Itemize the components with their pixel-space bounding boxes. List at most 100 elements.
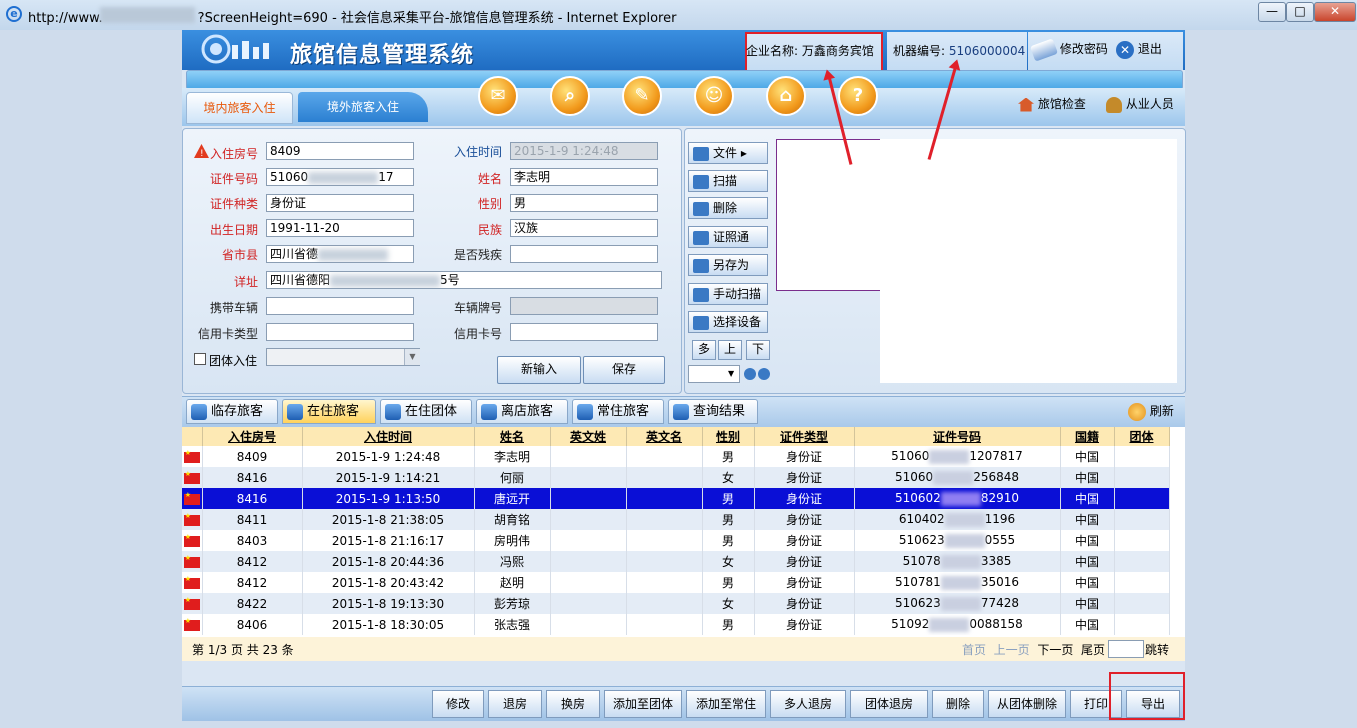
col-time[interactable]: 入住时间 <box>302 427 475 446</box>
cell-time: 2015-1-9 1:13:50 <box>302 488 475 509</box>
multi-button[interactable]: 多 <box>692 340 716 360</box>
name-input[interactable]: 李志明 <box>510 168 658 186</box>
zoom-in-icon[interactable] <box>744 368 756 380</box>
last-page-link[interactable]: 尾页 <box>1081 643 1105 657</box>
card-no-input[interactable] <box>510 323 658 341</box>
chevron-down-icon[interactable]: ▼ <box>728 366 740 382</box>
table-row[interactable]: 84092015-1-9 1:24:48李志明 男身份证510601207817中… <box>182 446 1170 467</box>
first-page-link[interactable]: 首页 <box>962 643 986 657</box>
col-gender[interactable]: 性别 <box>702 427 755 446</box>
down-button[interactable]: 下 <box>746 340 770 360</box>
china-flag-icon <box>183 617 200 631</box>
search-icon <box>673 404 689 420</box>
maximize-button[interactable]: □ <box>1286 2 1314 22</box>
tab-current-guests[interactable]: 在住旅客 <box>282 399 376 424</box>
staff-button[interactable]: 从业人员 <box>1106 95 1174 113</box>
edit-button[interactable]: 修改 <box>432 690 484 718</box>
table-row[interactable]: 84122015-1-8 20:43:42赵明 男身份证51078135016中国 <box>182 572 1170 593</box>
ethnicity-input[interactable]: 汉族 <box>510 219 658 237</box>
table-row[interactable]: 84122015-1-8 20:44:36冯熙 女身份证510783385中国 <box>182 551 1170 572</box>
col-id-no[interactable]: 证件号码 <box>854 427 1061 446</box>
group-checkout-button[interactable]: 团体退房 <box>850 690 928 718</box>
prev-page-link[interactable]: 上一页 <box>994 643 1030 657</box>
change-password-button[interactable]: 修改密码 <box>1029 37 1108 62</box>
col-en-surname[interactable]: 英文姓 <box>550 427 627 446</box>
flag <box>182 446 203 467</box>
disabled-input[interactable] <box>510 245 658 263</box>
search-icon[interactable]: ⌕ <box>550 76 590 116</box>
checkout-button[interactable]: 退房 <box>488 690 542 718</box>
id-no-input[interactable]: 51060 17 <box>266 168 414 186</box>
tab-current-groups[interactable]: 在住团体 <box>380 399 472 424</box>
export-highlight-box <box>1109 672 1185 720</box>
col-group[interactable]: 团体 <box>1114 427 1170 446</box>
scan-button[interactable]: 扫描 <box>688 170 768 192</box>
mail-icon[interactable]: ✉ <box>478 76 518 116</box>
add-to-group-button[interactable]: 添加至团体 <box>604 690 682 718</box>
table-row[interactable]: 84162015-1-9 1:13:50唐远开 男身份证51060282910中国 <box>182 488 1170 509</box>
up-button[interactable]: 上 <box>718 340 742 360</box>
tab-temp-guests[interactable]: 临存旅客 <box>186 399 278 424</box>
col-id-type[interactable]: 证件类型 <box>754 427 855 446</box>
tab-domestic-checkin[interactable]: 境内旅客入住 <box>186 92 293 124</box>
delete-button[interactable]: 删除 <box>932 690 984 718</box>
id-type-input[interactable]: 身份证 <box>266 194 414 212</box>
table-row[interactable]: 84062015-1-8 18:30:05张志强 男身份证510920088158… <box>182 614 1170 635</box>
add-to-long-stay-button[interactable]: 添加至常住 <box>686 690 766 718</box>
save-as-button[interactable]: 另存为 <box>688 254 768 276</box>
tab-query-results[interactable]: 查询结果 <box>668 399 758 424</box>
app-logo <box>200 33 280 65</box>
cell-name: 李志明 <box>474 446 551 467</box>
logout-button[interactable]: ✕ 退出 <box>1116 40 1162 59</box>
table-row[interactable]: 84112015-1-8 21:38:05胡育铭 男身份证6104021196中国 <box>182 509 1170 530</box>
file-menu-button[interactable]: 文件 ▸ <box>688 142 768 164</box>
vehicle-input[interactable] <box>266 297 414 315</box>
col-en-given[interactable]: 英文名 <box>626 427 703 446</box>
guest-icon <box>191 404 207 420</box>
cell-id-type: 身份证 <box>754 572 855 593</box>
close-window-button[interactable]: ✕ <box>1314 2 1356 22</box>
home-gear-icon[interactable]: ⌂ <box>766 76 806 116</box>
zoom-out-icon[interactable] <box>758 368 770 380</box>
gender-input[interactable]: 男 <box>510 194 658 212</box>
refresh-button[interactable]: 刷新 <box>1128 402 1174 421</box>
table-row[interactable]: 84222015-1-8 19:13:30彭芳琼 女身份证51062377428中… <box>182 593 1170 614</box>
remove-from-group-button[interactable]: 从团体删除 <box>988 690 1066 718</box>
select-device-button[interactable]: 选择设备 <box>688 311 768 333</box>
birth-input[interactable]: 1991-11-20 <box>266 219 414 237</box>
table-row[interactable]: 84162015-1-9 1:14:21何丽 女身份证51060256848中国 <box>182 467 1170 488</box>
group-select[interactable] <box>266 348 420 366</box>
cell-name: 房明伟 <box>474 530 551 551</box>
tab-departed-guests[interactable]: 离店旅客 <box>476 399 568 424</box>
col-room[interactable]: 入住房号 <box>202 427 303 446</box>
person-icon[interactable]: ☺ <box>694 76 734 116</box>
clean-icon[interactable]: ✎ <box>622 76 662 116</box>
multi-checkout-button[interactable]: 多人退房 <box>770 690 846 718</box>
tab-long-stay-guests[interactable]: 常住旅客 <box>572 399 664 424</box>
col-name[interactable]: 姓名 <box>474 427 551 446</box>
page-number-input[interactable] <box>1108 640 1144 658</box>
table-row[interactable]: 84032015-1-8 21:16:17房明伟 男身份证5106230555中国 <box>182 530 1170 551</box>
id-photo-button[interactable]: 证照通 <box>688 226 768 248</box>
room-no-input[interactable]: 8409 <box>266 142 414 160</box>
device-icon <box>693 315 709 330</box>
delete-image-button[interactable]: 删除 <box>688 197 768 219</box>
save-button[interactable]: 保存 <box>583 356 665 384</box>
next-page-link[interactable]: 下一页 <box>1037 643 1073 657</box>
tab-foreign-checkin[interactable]: 境外旅客入住 <box>298 92 428 122</box>
card-type-input[interactable] <box>266 323 414 341</box>
manual-scan-button[interactable]: 手动扫描 <box>688 283 768 305</box>
hotel-check-button[interactable]: 旅馆检查 <box>1018 95 1086 112</box>
chevron-down-icon[interactable]: ▼ <box>404 349 420 365</box>
help-icon[interactable]: ? <box>838 76 878 116</box>
group-checkin-checkbox[interactable] <box>194 353 206 365</box>
cell-en-surname <box>550 488 627 509</box>
minimize-button[interactable]: — <box>1258 2 1286 22</box>
change-room-button[interactable]: 换房 <box>546 690 600 718</box>
jump-button[interactable]: 跳转 <box>1145 641 1169 658</box>
cell-room: 8412 <box>202 572 303 593</box>
region-input[interactable]: 四川省德 <box>266 245 414 263</box>
col-nation[interactable]: 国籍 <box>1060 427 1115 446</box>
address-input[interactable]: 四川省德阳 5号 <box>266 271 662 289</box>
new-entry-button[interactable]: 新输入 <box>497 356 581 384</box>
